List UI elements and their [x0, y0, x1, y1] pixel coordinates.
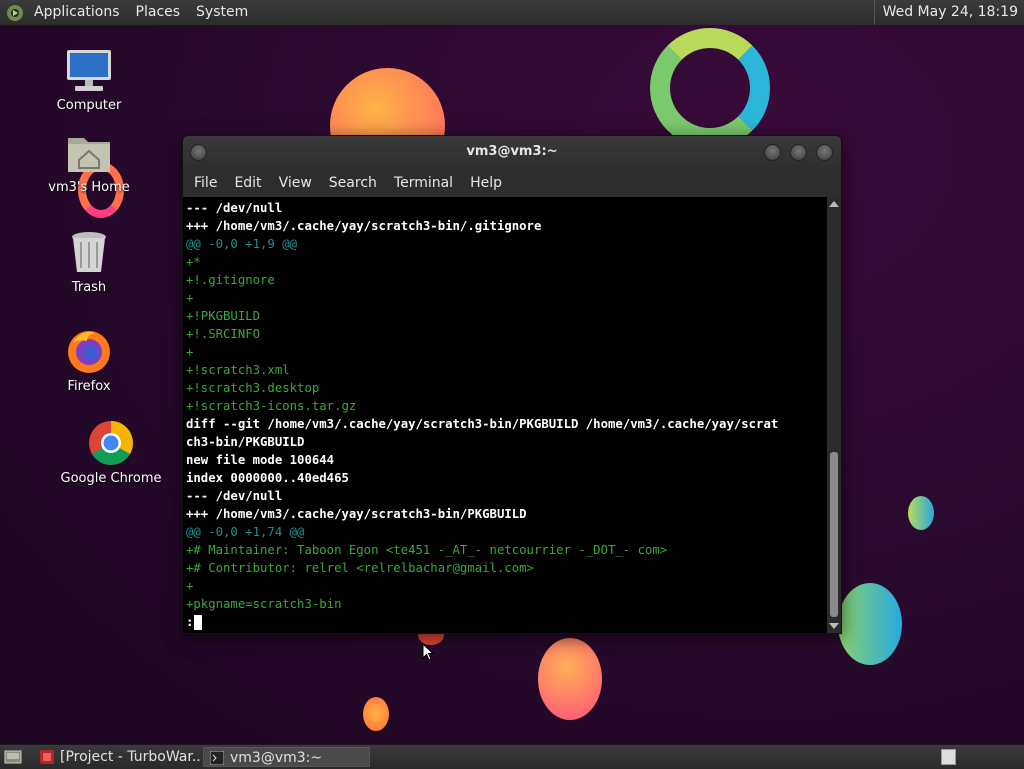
terminal-line: --- /dev/null: [186, 201, 283, 215]
desktop-icon-firefox[interactable]: Firefox: [39, 327, 139, 394]
wallpaper-blob-tiny: [908, 496, 934, 530]
desktop-icon-label: vm3's Home: [48, 180, 130, 195]
terminal-menubar: File Edit View Search Terminal Help: [183, 168, 841, 197]
taskbar-item-terminal[interactable]: vm3@vm3:~: [203, 747, 370, 767]
pager-prompt[interactable]: :: [186, 613, 827, 631]
wallpaper-blob-small-orange: [363, 697, 389, 731]
menu-file[interactable]: File: [187, 175, 224, 191]
trash-icon: [72, 232, 106, 272]
title-bar[interactable]: vm3@vm3:~: [183, 136, 841, 168]
minimize-button[interactable]: [764, 144, 781, 161]
desktop-icon-chrome[interactable]: Google Chrome: [56, 419, 166, 486]
show-desktop-icon[interactable]: [4, 749, 22, 765]
terminal-line: ch3-bin/PKGBUILD: [186, 435, 305, 449]
menu-help[interactable]: Help: [463, 175, 509, 191]
workspace-switcher[interactable]: [941, 749, 956, 765]
wallpaper-blob-green-blue: [838, 583, 902, 665]
taskbar-item-label: [Project - TurboWar...: [60, 749, 202, 765]
terminal-line: +: [186, 579, 194, 593]
terminal-line: +!.gitignore: [186, 273, 275, 287]
terminal-line: diff --git /home/vm3/.cache/yay/scratch3…: [186, 417, 779, 431]
terminal-line: @@ -0,0 +1,74 @@: [186, 525, 305, 539]
scroll-thumb[interactable]: [830, 452, 838, 617]
menu-view[interactable]: View: [272, 175, 319, 191]
menu-edit[interactable]: Edit: [227, 175, 268, 191]
desktop-icon-label: Google Chrome: [60, 471, 162, 486]
desktop-icon-home[interactable]: vm3's Home: [39, 128, 139, 195]
desktop-icon-computer[interactable]: Computer: [39, 46, 139, 113]
terminal-line: +# Contributor: relrel <relrelbachar@gma…: [186, 561, 534, 575]
terminal-output[interactable]: --- /dev/null +++ /home/vm3/.cache/yay/sc…: [183, 197, 827, 633]
terminal-line: +!PKGBUILD: [186, 309, 261, 323]
terminal-line: +# Maintainer: Taboon Egon <te451 -_AT_-…: [186, 543, 668, 557]
terminal-line: --- /dev/null: [186, 489, 283, 503]
terminal-icon: [210, 751, 224, 765]
scroll-down-icon[interactable]: [829, 623, 839, 629]
scroll-up-icon[interactable]: [829, 201, 839, 207]
computer-icon: [67, 50, 111, 91]
home-folder-icon: [68, 138, 110, 172]
places-menu[interactable]: Places: [128, 0, 189, 25]
turbowarp-icon: [40, 750, 54, 764]
terminal-line: +++ /home/vm3/.cache/yay/scratch3-bin/PK…: [186, 507, 527, 521]
terminal-line: index 0000000..40ed465: [186, 471, 349, 485]
desktop-icon-label: Firefox: [67, 379, 111, 394]
system-menu[interactable]: System: [188, 0, 256, 25]
wallpaper-ring: [650, 28, 770, 148]
chrome-icon: [89, 421, 133, 465]
close-button[interactable]: [816, 144, 833, 161]
desktop-icon-trash[interactable]: Trash: [39, 228, 139, 295]
mate-logo-icon[interactable]: [6, 4, 24, 22]
desktop-icon-label: Trash: [71, 280, 107, 295]
wallpaper-blob-peach: [538, 638, 602, 720]
terminal-line: +: [186, 291, 194, 305]
taskbar-item-label: vm3@vm3:~: [230, 750, 323, 766]
top-panel: Applications Places System Wed May 24, 1…: [0, 0, 1024, 26]
terminal-window[interactable]: vm3@vm3:~ File Edit View Search Terminal…: [182, 135, 842, 634]
pager-prompt-text: :: [186, 615, 194, 629]
terminal-line: +*: [186, 255, 201, 269]
terminal-line: +!scratch3.xml: [186, 363, 290, 377]
terminal-line: +pkgname=scratch3-bin: [186, 597, 342, 611]
firefox-icon: [68, 331, 110, 373]
clock[interactable]: Wed May 24, 18:19: [873, 0, 1018, 25]
applications-menu[interactable]: Applications: [26, 0, 128, 25]
bottom-taskbar: [Project - TurboWar... vm3@vm3:~: [0, 744, 1024, 769]
terminal-line: +: [186, 345, 194, 359]
menu-terminal[interactable]: Terminal: [387, 175, 460, 191]
desktop-icon-label: Computer: [56, 98, 122, 113]
terminal-scrollbar[interactable]: [827, 197, 841, 633]
mouse-pointer-icon: [422, 643, 434, 661]
terminal-line: +!scratch3-icons.tar.gz: [186, 399, 357, 413]
maximize-button[interactable]: [790, 144, 807, 161]
terminal-line: +!.SRCINFO: [186, 327, 261, 341]
text-cursor: [194, 615, 203, 630]
taskbar-item-turbowarp[interactable]: [Project - TurboWar...: [34, 747, 202, 767]
terminal-line: new file mode 100644: [186, 453, 335, 467]
window-title: vm3@vm3:~: [466, 144, 558, 159]
terminal-line: @@ -0,0 +1,9 @@: [186, 237, 298, 251]
terminal-line: +!scratch3.desktop: [186, 381, 320, 395]
terminal-line: +++ /home/vm3/.cache/yay/scratch3-bin/.g…: [186, 219, 542, 233]
menu-search[interactable]: Search: [322, 175, 384, 191]
